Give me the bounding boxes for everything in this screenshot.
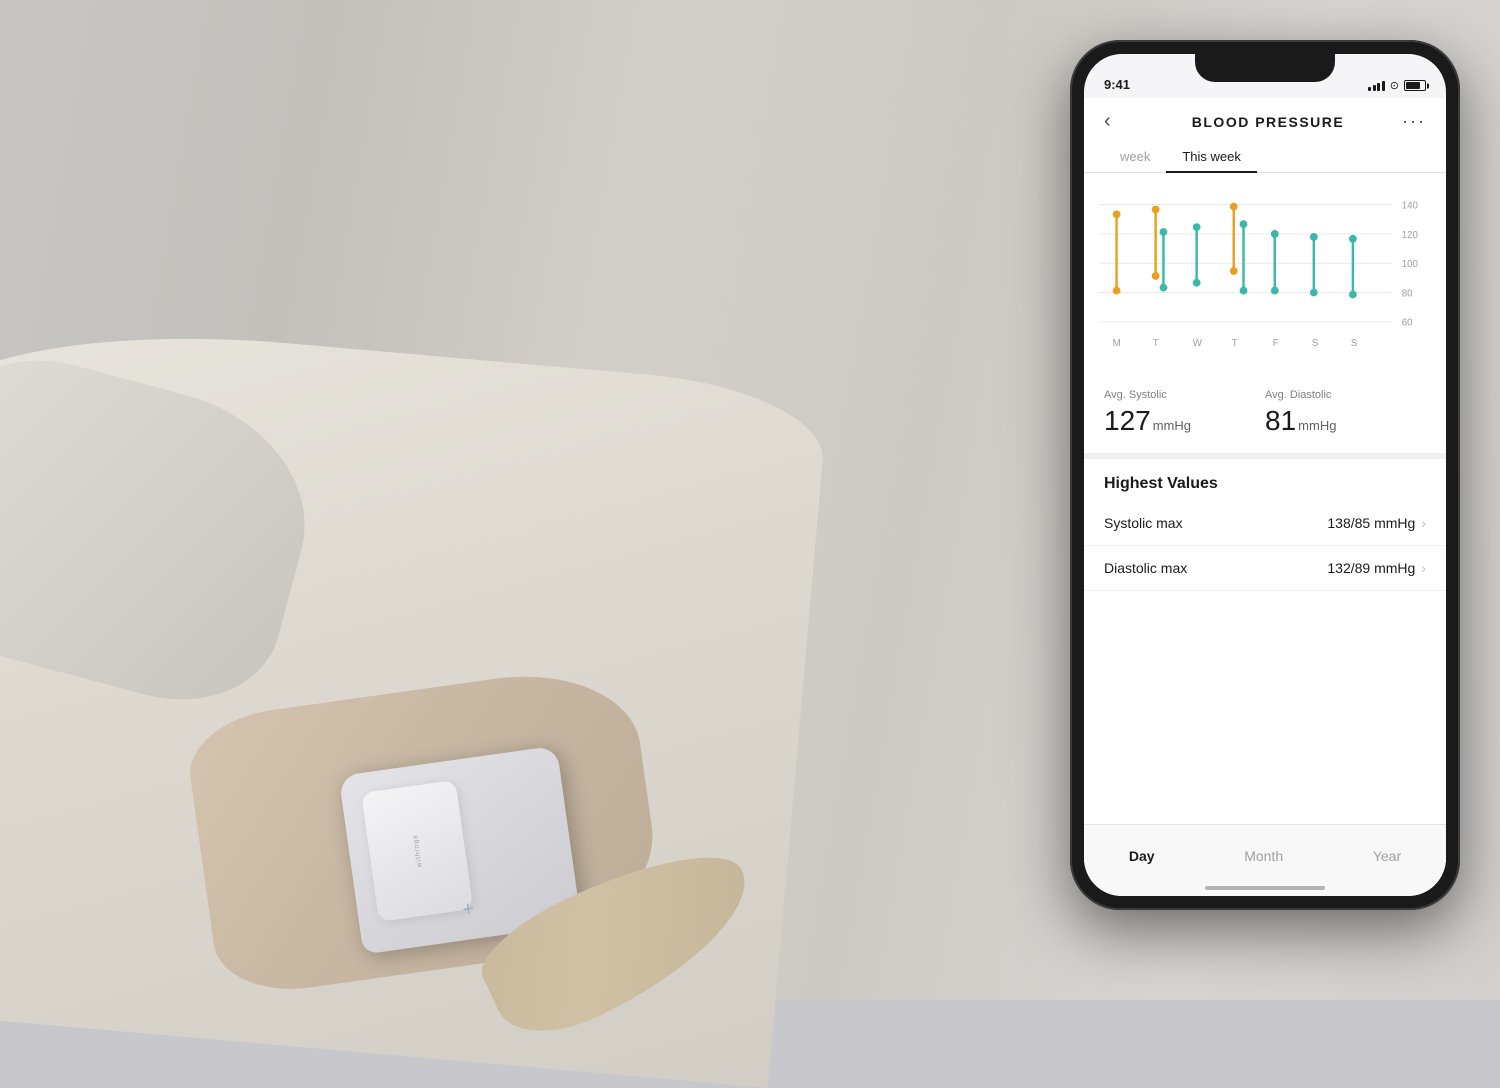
more-button[interactable]: ··· bbox=[1402, 111, 1426, 132]
phone-frame: 9:41 ⊙ ‹ bbox=[1070, 40, 1460, 910]
systolic-label: Avg. Systolic bbox=[1104, 389, 1265, 401]
app-header: ‹ BLOOD PRESSURE ··· bbox=[1084, 98, 1446, 141]
svg-text:W: W bbox=[1193, 338, 1203, 349]
svg-text:T: T bbox=[1232, 338, 1238, 349]
phone-notch bbox=[1195, 54, 1335, 82]
systolic-value: 127 bbox=[1104, 405, 1151, 437]
highest-values-title: Highest Values bbox=[1084, 459, 1446, 501]
bp-chart: 140 120 100 80 60 M T W T F S S bbox=[1099, 183, 1431, 363]
svg-text:M: M bbox=[1113, 338, 1121, 349]
diastolic-label: Avg. Diastolic bbox=[1265, 389, 1426, 401]
chevron-icon-2: › bbox=[1421, 560, 1426, 576]
phone-screen: 9:41 ⊙ ‹ bbox=[1084, 54, 1446, 896]
systolic-max-value: 138/85 mmHg bbox=[1327, 515, 1415, 531]
systolic-max-value-group: 138/85 mmHg › bbox=[1327, 515, 1426, 531]
app-content: ‹ BLOOD PRESSURE ··· week This week bbox=[1084, 98, 1446, 896]
diastolic-max-label: Diastolic max bbox=[1104, 560, 1187, 576]
diastolic-value: 81 bbox=[1265, 405, 1296, 437]
svg-text:60: 60 bbox=[1402, 318, 1413, 329]
tab-week[interactable]: week bbox=[1104, 141, 1166, 172]
chevron-icon: › bbox=[1421, 515, 1426, 531]
stats-row: Avg. Systolic 127 mmHg Avg. Diastolic 81… bbox=[1084, 373, 1446, 459]
systolic-unit: mmHg bbox=[1153, 418, 1191, 433]
svg-text:S: S bbox=[1312, 338, 1319, 349]
tab-this-week[interactable]: This week bbox=[1166, 141, 1257, 172]
diastolic-max-row[interactable]: Diastolic max 132/89 mmHg › bbox=[1084, 546, 1446, 591]
signal-icon bbox=[1368, 81, 1385, 91]
systolic-max-label: Systolic max bbox=[1104, 515, 1183, 531]
svg-text:T: T bbox=[1153, 338, 1159, 349]
status-time: 9:41 bbox=[1104, 77, 1130, 92]
back-button[interactable]: ‹ bbox=[1104, 110, 1134, 133]
diastolic-max-value-group: 132/89 mmHg › bbox=[1327, 560, 1426, 576]
chart-area: 140 120 100 80 60 M T W T F S S bbox=[1084, 173, 1446, 373]
systolic-stat: Avg. Systolic 127 mmHg bbox=[1104, 389, 1265, 437]
systolic-max-row[interactable]: Systolic max 138/85 mmHg › bbox=[1084, 501, 1446, 546]
bottom-tabs: Day Month Year bbox=[1084, 824, 1446, 896]
page-title: BLOOD PRESSURE bbox=[1192, 114, 1344, 130]
home-indicator bbox=[1205, 886, 1325, 890]
diastolic-stat: Avg. Diastolic 81 mmHg bbox=[1265, 389, 1426, 437]
svg-text:140: 140 bbox=[1402, 201, 1419, 212]
battery-icon bbox=[1404, 80, 1426, 91]
status-icons: ⊙ bbox=[1368, 79, 1426, 92]
svg-text:80: 80 bbox=[1402, 288, 1413, 299]
diastolic-unit: mmHg bbox=[1298, 418, 1336, 433]
svg-text:120: 120 bbox=[1402, 230, 1419, 241]
tab-month[interactable]: Month bbox=[1224, 840, 1303, 872]
svg-text:100: 100 bbox=[1402, 259, 1419, 270]
svg-text:S: S bbox=[1351, 338, 1358, 349]
phone: 9:41 ⊙ ‹ bbox=[1070, 40, 1460, 910]
diastolic-max-value: 132/89 mmHg bbox=[1327, 560, 1415, 576]
tab-year[interactable]: Year bbox=[1353, 840, 1421, 872]
wifi-icon: ⊙ bbox=[1390, 79, 1399, 92]
tab-day[interactable]: Day bbox=[1109, 840, 1175, 872]
svg-text:F: F bbox=[1273, 338, 1279, 349]
tabs-row: week This week bbox=[1084, 141, 1446, 173]
